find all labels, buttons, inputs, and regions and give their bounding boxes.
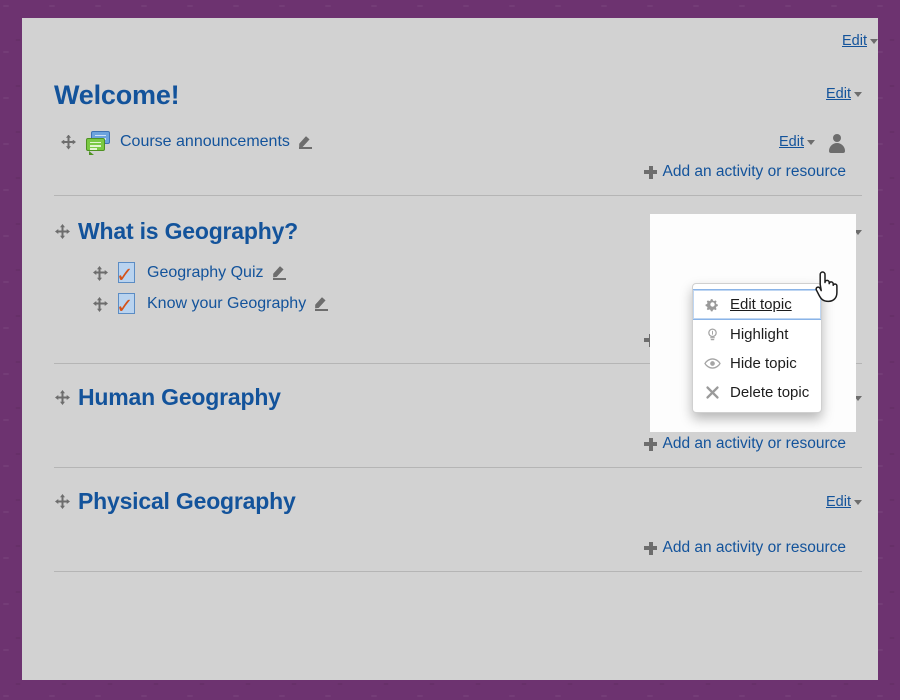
section-divider: [54, 571, 862, 572]
chevron-down-icon: [807, 139, 815, 145]
chevron-down-icon: [854, 499, 862, 505]
quiz-icon: ✓: [116, 293, 135, 318]
close-x-icon: [704, 384, 721, 401]
menu-item-highlight[interactable]: Highlight: [693, 320, 821, 349]
forum-icon: [86, 131, 111, 155]
activity-edit-dropdown[interactable]: Edit: [779, 134, 815, 150]
move-handle-icon[interactable]: [54, 389, 71, 406]
add-activity-label: Add an activity or resource: [662, 435, 846, 452]
menu-item-hide-topic[interactable]: Hide topic: [693, 349, 821, 378]
add-activity-or-resource-link[interactable]: Add an activity or resource: [644, 539, 846, 557]
chevron-down-icon: [854, 91, 862, 97]
section-edit-dropdown-trigger-active[interactable]: Edit: [842, 33, 878, 49]
menu-item-label: Highlight: [730, 326, 789, 343]
move-handle-icon[interactable]: [92, 265, 107, 280]
section-title-text: What is Geography?: [78, 218, 299, 244]
section-title: Physical Geography: [54, 488, 296, 515]
section-edit-dropdown-welcome[interactable]: Edit: [826, 86, 862, 102]
add-activity-or-resource-link[interactable]: Add an activity or resource: [644, 435, 846, 453]
pencil-edit-icon[interactable]: [272, 265, 288, 280]
activity-link[interactable]: Know your Geography: [147, 295, 306, 313]
course-section-welcome: Welcome! Edit Course announcements Edit …: [22, 18, 878, 181]
edit-topic-dropdown-menu: Edit topic Highlight Hide topic Delete t…: [692, 283, 822, 413]
section-title-text: Physical Geography: [78, 488, 296, 514]
move-handle-icon[interactable]: [54, 493, 71, 510]
menu-item-label: Delete topic: [730, 384, 810, 401]
menu-item-label: Hide topic: [730, 355, 797, 372]
list-item: Course announcements: [60, 127, 314, 157]
plus-icon: [644, 541, 658, 555]
add-activity-label: Add an activity or resource: [662, 163, 846, 180]
course-section-physical-geography: Physical Geography Edit Add an activity …: [22, 468, 878, 557]
add-activity-or-resource-link[interactable]: Add an activity or resource: [644, 163, 846, 181]
section-title: Human Geography: [54, 384, 281, 411]
activity-link[interactable]: Course announcements: [120, 133, 290, 151]
section-title: What is Geography?: [54, 218, 298, 245]
section-edit-label: Edit: [826, 86, 851, 102]
menu-item-label: Edit topic: [730, 296, 792, 313]
quiz-icon: ✓: [116, 262, 135, 287]
pencil-edit-icon[interactable]: [315, 296, 330, 311]
plus-icon: [644, 165, 658, 179]
section-title-text: Human Geography: [78, 384, 281, 410]
add-activity-row: Add an activity or resource: [54, 515, 862, 557]
add-activity-label: Add an activity or resource: [662, 539, 846, 556]
add-activity-row: Add an activity or resource: [54, 157, 862, 181]
page-title: Welcome!: [54, 80, 180, 110]
move-handle-icon[interactable]: [92, 296, 107, 311]
pencil-edit-icon[interactable]: [298, 135, 314, 150]
activity-edit-label: Edit: [779, 134, 804, 150]
eye-icon: [704, 355, 721, 372]
plus-icon: [644, 437, 658, 451]
user-icon: [827, 133, 846, 153]
gear-icon: [704, 296, 721, 313]
section-edit-label: Edit: [842, 33, 867, 49]
menu-item-delete-topic[interactable]: Delete topic: [693, 378, 821, 407]
section-edit-label: Edit: [826, 494, 851, 510]
menu-item-edit-topic[interactable]: Edit topic: [693, 289, 821, 320]
section-edit-dropdown-physical-geography[interactable]: Edit: [826, 494, 862, 510]
activity-link[interactable]: Geography Quiz: [147, 264, 264, 282]
move-handle-icon[interactable]: [60, 134, 77, 151]
lightbulb-icon: [704, 326, 721, 343]
move-handle-icon[interactable]: [54, 223, 71, 240]
chevron-down-icon: [870, 38, 878, 44]
